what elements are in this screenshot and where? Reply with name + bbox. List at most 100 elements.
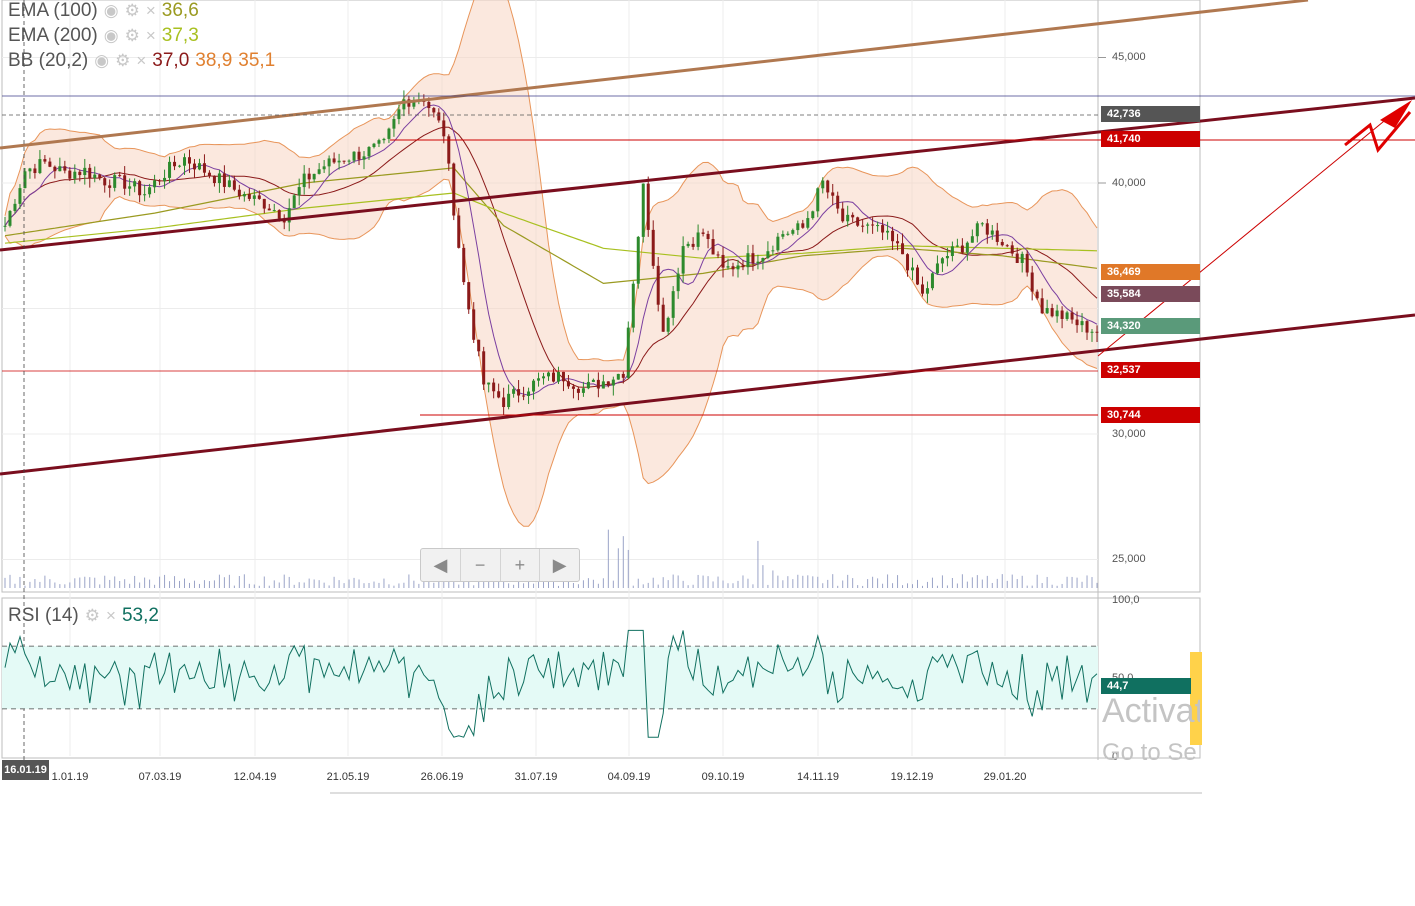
candle-body [427,101,431,109]
candle-body [736,265,740,270]
price-tag: 42,736 [1101,106,1200,123]
candle-body [337,160,341,163]
eye-icon[interactable]: ◉ [94,51,109,71]
scroll-right-button[interactable]: ▶ [540,549,579,581]
candle-body [477,339,481,352]
candle-body [78,171,82,176]
date-label: 04.09.19 [607,771,651,783]
candle-body [726,266,730,268]
candle-body [237,189,241,197]
candle-body [1070,312,1074,320]
candle-body [801,223,805,228]
candle-body [3,225,7,227]
close-icon[interactable]: × [146,1,156,21]
candle-body [307,173,311,180]
candle-body [322,166,326,170]
indicator-name: BB (20,2) [8,50,89,71]
zoom-out-button[interactable]: − [461,549,501,581]
close-icon[interactable]: × [136,51,146,71]
rsi-value: 53,2 [121,605,159,626]
candle-body [1085,321,1089,333]
candle-body [586,381,590,389]
candle-body [1000,241,1004,246]
candle-body [113,175,117,188]
candle-body [227,180,231,187]
candle-body [661,304,665,332]
price-axis-label: 45,000 [1112,51,1146,63]
chart-stage[interactable]: EMA (100) ◉ ⚙ × 36,6 EMA (200) ◉ ⚙ × 37,… [0,0,1415,906]
candle-body [357,151,361,160]
candle-body [1025,253,1029,273]
eye-icon[interactable]: ◉ [104,1,119,21]
price-tag: 30,744 [1101,407,1200,424]
close-icon[interactable]: × [106,606,116,626]
candle-body [930,273,934,289]
candle-body [547,372,551,377]
candle-body [362,156,366,160]
price-panel-frame [1,0,1201,593]
candle-body [392,119,396,129]
date-label: 09.10.19 [701,771,745,783]
candle-body [202,163,206,173]
candle-body [621,373,625,378]
scroll-left-button[interactable]: ◀ [421,549,461,581]
candle-body [168,161,172,178]
candle-body [806,218,810,228]
candle-body [197,163,201,170]
candle-body [920,284,924,294]
bb-legend: BB (20,2) ◉ ⚙ × 37,0 38,9 35,1 [8,50,275,72]
candle-body [960,245,964,253]
candle-body [1055,310,1059,317]
candle-body [517,389,521,396]
candle-body [831,192,835,196]
gear-icon[interactable]: ⚙ [115,51,130,71]
candle-body [1095,331,1099,333]
price-tag: 36,469 [1101,263,1200,280]
gear-icon[interactable]: ⚙ [85,606,100,626]
candle-body [1040,298,1044,314]
candle-body [626,327,630,378]
candle-body [13,203,17,211]
candle-body [83,167,87,176]
candle-body [28,168,32,172]
zoom-in-button[interactable]: + [501,549,541,581]
indicator-value: 36,6 [161,0,199,21]
candle-body [881,225,885,233]
candle-body [472,309,476,340]
candle-body [841,208,845,222]
candle-body [955,245,959,247]
candle-body [851,214,855,218]
candle-body [217,173,221,184]
candle-body [1005,245,1009,247]
price-axis-label: 40,000 [1112,177,1146,189]
candle-body [576,388,580,393]
indicator-value: 37,3 [161,25,199,46]
candle-body [18,188,22,204]
candle-body [556,371,560,382]
candle-body [945,256,949,259]
gear-icon[interactable]: ⚙ [125,26,140,46]
candle-body [277,210,281,219]
candle-body [8,210,12,226]
candle-body [925,288,929,294]
candle-body [103,178,107,186]
candle-body [1035,291,1039,299]
candle-body [178,165,182,167]
indicator-value: 35,1 [238,50,276,71]
candle-body [242,193,246,197]
date-label: 12.04.19 [233,771,277,783]
candle-body [158,180,162,182]
candle-body [397,109,401,120]
candle-body [327,158,331,167]
candle-body [487,382,491,385]
date-label: 21.05.19 [326,771,370,783]
candle-body [1075,319,1079,326]
candle-body [133,181,137,187]
price-tag: 41,740 [1101,131,1200,148]
gear-icon[interactable]: ⚙ [125,1,140,21]
candle-body [1065,312,1069,319]
candle-body [1015,253,1019,263]
eye-icon[interactable]: ◉ [104,26,119,46]
close-icon[interactable]: × [146,26,156,46]
candle-body [846,214,850,222]
